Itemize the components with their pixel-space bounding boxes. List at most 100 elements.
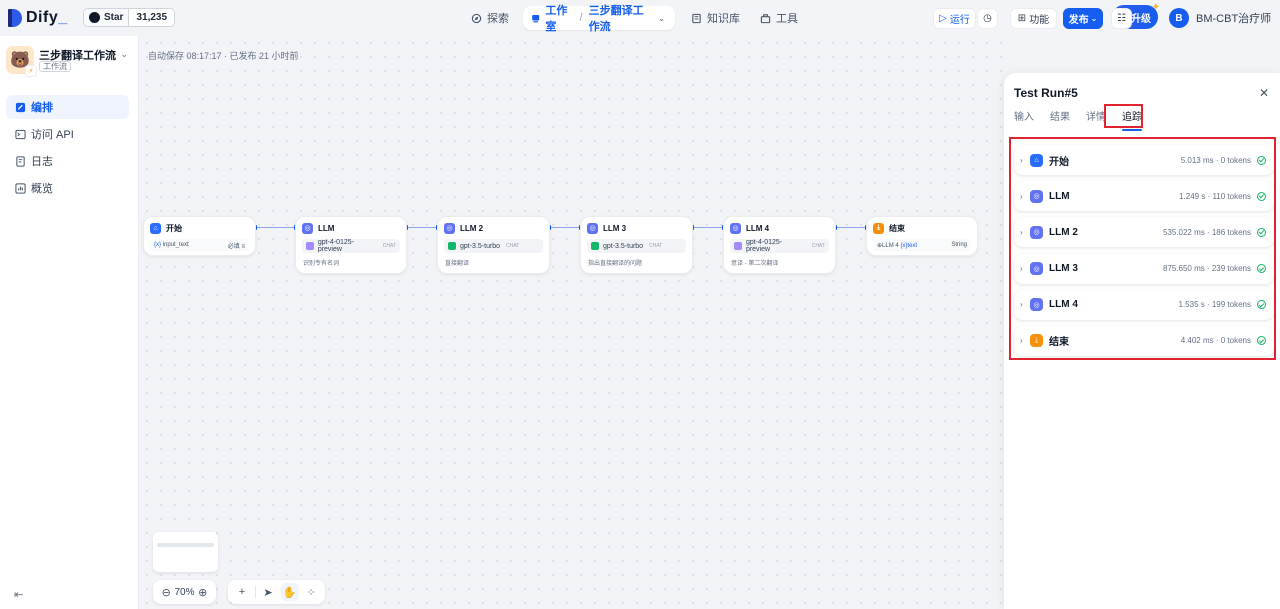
sidebar-item-label: 访问 API <box>31 129 74 141</box>
compass-icon <box>471 13 482 23</box>
publish-label: 发布 <box>1068 15 1089 26</box>
workflow-node-start[interactable]: ⌂ 开始 {x} input_text 必填 ≡ <box>143 216 256 256</box>
sidebar-item-overview[interactable]: 概览 <box>6 176 129 200</box>
upgrade-label: 升级 <box>1131 13 1151 25</box>
node-title: 开始 <box>166 223 182 233</box>
app-switcher[interactable]: 🐻 ⚡ 三步翻译工作流 工作流 ⌄ <box>6 46 131 78</box>
app-type-badge: 工作流 <box>39 61 71 72</box>
output-variable: text <box>907 242 918 249</box>
chevron-down-icon: ⌄ <box>1090 14 1098 23</box>
tab-input[interactable]: 输入 <box>1014 111 1034 131</box>
toolbox-icon <box>760 13 771 23</box>
nav-knowledge-label: 知识库 <box>707 13 740 25</box>
zoom-in-icon[interactable]: ⊕ <box>195 583 211 601</box>
workflow-edge[interactable] <box>406 225 438 230</box>
publish-button[interactable]: 发布 ⌄ <box>1063 8 1103 29</box>
workflow-node-llm[interactable]: ◎ LLM gpt-4-0125-preview CHAT 识别专有名词 <box>295 216 407 274</box>
output-source: LLM 4 <box>882 242 899 249</box>
pointer-icon[interactable]: ➤ <box>259 583 277 601</box>
sidebar-menu: 编排 访问 API 日志 概览 <box>6 95 129 203</box>
workflow-edge[interactable] <box>692 225 724 230</box>
tab-result[interactable]: 结果 <box>1050 111 1070 131</box>
zoom-out-icon[interactable]: ⊖ <box>158 583 174 601</box>
model-pill: gpt-4-0125-preview CHAT <box>730 239 829 253</box>
highlight-box-trace-list <box>1009 137 1276 360</box>
book-icon <box>692 13 701 23</box>
workflow-node-llm-4[interactable]: ◎ LLM 4 gpt-4-0125-preview CHAT 意译 - 第二次翻译 <box>723 216 836 274</box>
node-description: 直接翻译 <box>445 261 470 267</box>
tab-detail[interactable]: 详情 <box>1086 111 1106 131</box>
github-star-count: 31,235 <box>136 12 168 23</box>
sidebar-item-label: 编排 <box>31 102 53 114</box>
run-history-button[interactable]: ◷ <box>977 8 998 29</box>
canvas-tools: + ➤ ✋ ⁘ <box>228 580 325 604</box>
chevron-down-icon[interactable]: ⌄ <box>120 49 128 60</box>
sparkle-icon: ✦ <box>1151 2 1160 13</box>
model-name: gpt-4-0125-preview <box>745 239 783 253</box>
workflow-canvas[interactable]: 自动保存 08:17:17 · 已发布 21 小时前 ⌂ 开始 {x} input… <box>140 36 1003 609</box>
workflow-edge[interactable] <box>835 225 867 230</box>
nav-studio[interactable]: 工作室 / 三步翻译工作流 ⌄ <box>523 5 675 33</box>
brand-name: Dify_ <box>26 9 68 26</box>
model-mode: CHAT <box>811 243 825 249</box>
text-type-icon: ≡ <box>241 243 245 250</box>
github-star-label: Star <box>104 12 124 23</box>
workflow-node-llm-2[interactable]: ◎ LLM 2 gpt-3.5-turbo CHAT 直接翻译 <box>437 216 550 274</box>
user-menu[interactable]: B BM-CBT治疗师 <box>1169 7 1271 29</box>
checklist-button[interactable]: ☷ <box>1111 8 1132 29</box>
workflow-node-end[interactable]: ⤓ 结束 ⊕LLM 4 {x}text String <box>866 216 978 256</box>
hand-icon[interactable]: ✋ <box>280 583 299 601</box>
sidebar-item-label: 概览 <box>31 183 53 195</box>
model-pill: gpt-4-0125-preview CHAT <box>302 239 400 253</box>
chevron-down-icon[interactable]: ⌄ <box>658 14 665 23</box>
llm-icon: ◎ <box>302 222 313 234</box>
terminal-icon <box>15 129 26 139</box>
sidebar-item-logs[interactable]: 日志 <box>6 149 129 173</box>
openai-icon <box>734 242 742 250</box>
dify-logo[interactable]: Dify_ <box>8 8 68 28</box>
workflow-edge[interactable] <box>549 225 581 230</box>
workflow-node-llm-3[interactable]: ◎ LLM 3 gpt-3.5-turbo CHAT 指出直接翻译的问题 <box>580 216 693 274</box>
grid-icon: ⊞ <box>1017 13 1027 24</box>
node-output-row: ⊕LLM 4 {x}text String <box>873 239 971 251</box>
collapse-sidebar-icon[interactable]: ⇤ <box>14 588 23 601</box>
nav-tools[interactable]: 工具 <box>760 7 798 29</box>
model-mode: CHAT <box>382 243 396 249</box>
sidebar-item-orchestrate[interactable]: 编排 <box>6 95 129 119</box>
workflow-edge[interactable] <box>255 225 296 230</box>
checklist-icon: ☷ <box>1117 13 1126 24</box>
log-icon <box>16 155 25 167</box>
github-star-button[interactable]: Star 31,235 <box>83 8 176 27</box>
canvas-minimap[interactable] <box>153 532 218 572</box>
node-variable-row: {x} input_text 必填 ≡ <box>150 239 249 251</box>
user-name: BM-CBT治疗师 <box>1196 13 1272 25</box>
features-button[interactable]: ⊞ 功能 <box>1010 8 1057 29</box>
nav-explore[interactable]: 探索 <box>471 7 509 29</box>
features-label: 功能 <box>1029 15 1050 26</box>
organize-icon[interactable]: ⁘ <box>302 583 320 601</box>
play-icon: ▷ <box>939 13 947 24</box>
overview-icon <box>15 182 26 194</box>
nav-explore-label: 探索 <box>487 13 509 25</box>
history-icon: ◷ <box>983 13 992 24</box>
required-tag: 必填 <box>227 243 240 250</box>
llm-icon: ◎ <box>587 222 598 234</box>
zoom-controls: ⊖ 70% ⊕ <box>153 580 216 604</box>
highlight-box-trace-tab <box>1104 104 1143 128</box>
breadcrumb-app-name[interactable]: 三步翻译工作流 <box>589 2 655 34</box>
zoom-level[interactable]: 70% <box>174 587 194 598</box>
model-pill: gpt-3.5-turbo CHAT <box>587 239 686 253</box>
openai-icon <box>448 242 456 250</box>
run-button[interactable]: ▷ 运行 <box>933 8 976 29</box>
add-node-icon[interactable]: + <box>233 583 251 601</box>
orchestrate-icon <box>15 102 26 112</box>
model-mode: CHAT <box>649 243 663 249</box>
sidebar-item-api[interactable]: 访问 API <box>6 122 129 146</box>
close-icon[interactable]: ✕ <box>1259 86 1269 100</box>
breadcrumb-separator: / <box>579 12 583 24</box>
panel-title: Test Run#5 <box>1014 86 1078 100</box>
output-type: String <box>951 242 967 248</box>
node-title: 结束 <box>889 223 905 233</box>
nav-knowledge[interactable]: 知识库 <box>691 7 740 29</box>
model-name: gpt-3.5-turbo <box>460 242 501 250</box>
